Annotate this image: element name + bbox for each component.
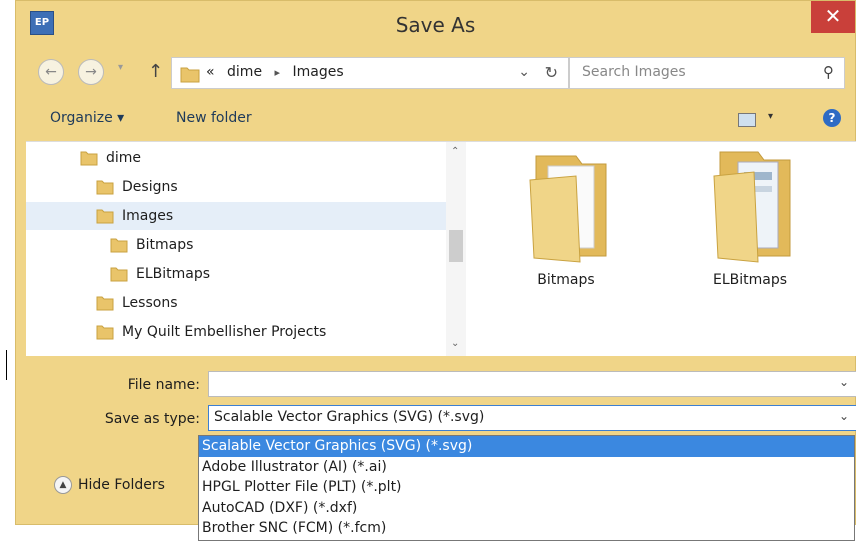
navigation-bar: ← → ▾ ↑ « dime ▸ Images ⌄ ↻ Search Image… [16,49,855,97]
view-options-dropdown-icon[interactable]: ▾ [768,111,773,122]
folder-icon [96,296,114,311]
edge-mark [6,350,7,380]
tree-item-label: ELBitmaps [136,266,211,282]
breadcrumb-overflow[interactable]: « [206,64,215,80]
save-type-value[interactable]: Scalable Vector Graphics (SVG) (*.svg) [214,409,484,425]
file-name-dropdown-icon[interactable]: ⌄ [839,375,849,389]
close-button[interactable]: ✕ [811,1,855,33]
option-svg[interactable]: Scalable Vector Graphics (SVG) (*.svg) [199,436,854,457]
folder-icon [96,325,114,340]
folder-icon [80,151,98,166]
folder-icon [110,238,128,253]
tree-item-lessons[interactable]: Lessons [26,289,446,317]
folder-icon [180,67,200,83]
tree-item-images[interactable]: Images [26,202,446,230]
file-list: Bitmaps ELBitmaps [466,142,856,356]
breadcrumb-separator-icon[interactable]: ▸ [275,66,281,79]
hide-folders-label: Hide Folders [78,477,165,493]
save-type-dropdown-icon[interactable]: ⌄ [839,409,849,423]
save-type-options-list: Scalable Vector Graphics (SVG) (*.svg) A… [198,435,855,541]
file-name-label: File name: [127,377,200,393]
folder-icon [96,209,114,224]
chevron-up-icon: ▲ [54,476,72,494]
navigation-pane: dime Designs Images Bitmaps ELBitmaps Le… [26,142,446,356]
scroll-down-icon[interactable]: ⌄ [451,338,459,349]
navigation-pane-scrollbar[interactable]: ⌃ ⌄ [446,142,466,356]
file-name-field[interactable]: ⌄ [208,371,856,397]
address-bar[interactable]: « dime ▸ Images ⌄ ↻ [171,57,569,89]
folder-item-bitmaps[interactable]: Bitmaps [496,146,636,288]
tree-item-label: dime [106,150,142,166]
recent-locations-button[interactable]: ▾ [118,62,123,73]
new-folder-button[interactable]: New folder [176,110,252,126]
scroll-thumb[interactable] [449,230,463,262]
search-box[interactable]: Search Images ⚲ [569,57,845,89]
folder-name: ELBitmaps [712,272,788,288]
title-bar: EP Save As ✕ [16,1,855,49]
tree-item-elbitmaps[interactable]: ELBitmaps [26,260,446,288]
hide-folders-button[interactable]: ▲ Hide Folders [54,476,165,494]
organize-button[interactable]: Organize ▾ [50,110,124,126]
folder-icon [110,267,128,282]
tree-item-quilt-projects[interactable]: My Quilt Embellisher Projects [26,318,446,346]
browse-area: dime Designs Images Bitmaps ELBitmaps Le… [26,141,856,356]
tree-item-label: Bitmaps [136,237,194,253]
change-view-icon[interactable] [738,113,756,127]
breadcrumb-images[interactable]: Images [293,64,344,80]
tree-item-label: Designs [122,179,178,195]
option-fcm[interactable]: Brother SNC (FCM) (*.fcm) [199,518,854,539]
breadcrumb-dime[interactable]: dime [227,64,262,80]
folder-item-elbitmaps[interactable]: ELBitmaps [680,146,820,288]
search-icon[interactable]: ⚲ [823,63,834,81]
tree-item-label: Lessons [122,295,178,311]
address-dropdown-icon[interactable]: ⌄ [518,64,530,80]
up-button[interactable]: ↑ [148,61,163,82]
left-edge [0,0,15,543]
option-plt[interactable]: HPGL Plotter File (PLT) (*.plt) [199,477,854,498]
large-folder-icon [529,155,607,263]
option-dxf[interactable]: AutoCAD (DXF) (*.dxf) [199,498,854,519]
forward-button[interactable]: → [78,59,104,85]
tree-item-label: My Quilt Embellisher Projects [122,324,327,340]
tree-item-dime[interactable]: dime [26,144,446,172]
folder-name: Bitmaps [537,272,595,288]
tree-item-designs[interactable]: Designs [26,173,446,201]
back-button[interactable]: ← [38,59,64,85]
help-icon[interactable]: ? [823,109,841,127]
refresh-icon[interactable]: ↻ [545,63,558,82]
breadcrumb: « dime ▸ Images [206,64,352,80]
large-folder-icon [713,151,791,263]
command-bar: Organize ▾ New folder ▾ ? [16,97,855,141]
option-ai[interactable]: Adobe Illustrator (AI) (*.ai) [199,457,854,478]
tree-item-label: Images [122,208,174,224]
folder-icon [96,180,114,195]
search-input[interactable]: Search Images [582,64,686,80]
save-type-label: Save as type: [104,411,200,427]
tree-item-bitmaps[interactable]: Bitmaps [26,231,446,259]
save-type-select[interactable]: Scalable Vector Graphics (SVG) (*.svg) ⌄ [208,405,856,431]
dialog-title: Save As [395,13,476,37]
scroll-up-icon[interactable]: ⌃ [451,146,459,157]
